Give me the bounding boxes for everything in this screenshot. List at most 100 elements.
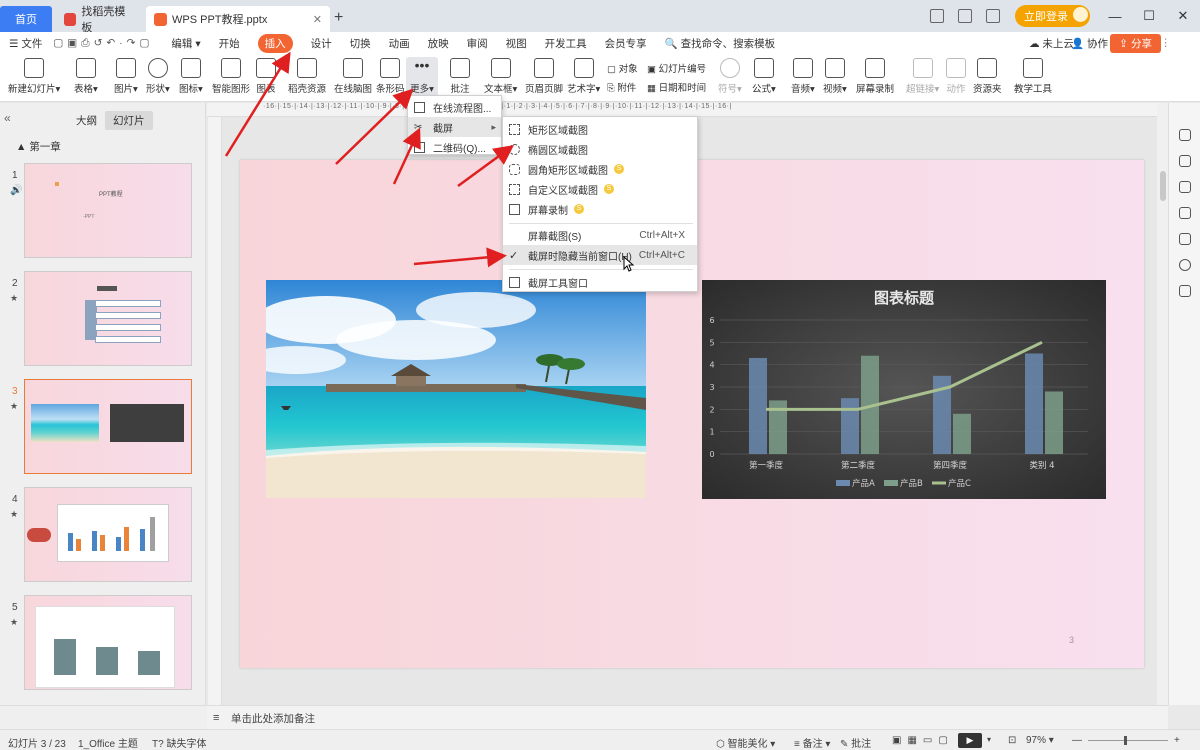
menu-start[interactable]: 开始 — [219, 36, 240, 51]
table-button[interactable]: 表格▾ — [74, 58, 98, 95]
menu-design[interactable]: 设计 — [311, 36, 332, 51]
star-outline-icon[interactable] — [1179, 181, 1191, 193]
slide-thumbnail-2[interactable] — [24, 271, 192, 366]
tab-slides[interactable]: 幻灯片 — [105, 111, 153, 130]
tab-templates[interactable]: 找稻壳模板 — [56, 6, 142, 34]
menu-item-flowchart[interactable]: 在线流程图... — [408, 97, 501, 117]
book-icon[interactable] — [1179, 285, 1191, 297]
zoom-slider[interactable] — [1088, 740, 1168, 741]
apps-icon[interactable] — [986, 9, 1000, 23]
login-button[interactable]: 立即登录 — [1015, 5, 1090, 27]
search-input[interactable]: 🔍 查找命令、搜索模板 — [665, 36, 776, 51]
menu-item-screen-capture[interactable]: 屏幕截图(S) Ctrl+Alt+X — [503, 225, 697, 245]
scrollbar-thumb[interactable] — [1160, 171, 1166, 201]
play-options-icon[interactable]: ▾ — [987, 735, 991, 744]
collab-button[interactable]: 👤 协作 — [1071, 36, 1108, 51]
audio-button[interactable]: 音频▾ — [791, 58, 815, 95]
slide-thumbnail-4[interactable] — [24, 487, 192, 582]
zoom-slider-thumb[interactable] — [1124, 736, 1127, 745]
menu-item-ellipse-capture[interactable]: 椭圆区域截图 — [503, 139, 697, 159]
more-button[interactable]: ••• 更多▾ — [406, 57, 438, 97]
menu-item-rect-capture[interactable]: 矩形区域截图 — [503, 119, 697, 139]
new-tab-icon[interactable]: + — [334, 9, 343, 27]
screen-record-button[interactable]: 屏幕录制 — [856, 58, 894, 95]
formula-button[interactable]: 公式▾ — [752, 58, 776, 95]
menu-item-screen-record[interactable]: 屏幕录制 S — [503, 199, 697, 219]
attachment-button[interactable]: ⎘ 附件 — [607, 80, 636, 94]
minimize-icon[interactable]: — — [1098, 9, 1132, 24]
menu-developer[interactable]: 开发工具 — [545, 36, 587, 51]
slide-thumbnail-5[interactable] — [24, 595, 192, 690]
menu-item-custom-capture[interactable]: 自定义区域截图 S — [503, 179, 697, 199]
collapse-panel-icon[interactable]: « — [4, 111, 11, 125]
bar-chart[interactable]: 图表标题 0 1 2 3 4 5 6 第一季度 第二季度 第四季度 类别 4 产品A 产品B 产品C — [702, 280, 1106, 499]
vertical-scrollbar[interactable] — [1157, 103, 1168, 705]
zoom-out-icon[interactable]: — — [1072, 735, 1082, 746]
missing-font-button[interactable]: T? 缺失字体 — [152, 735, 206, 750]
zoom-level[interactable]: 97% ▾ — [1026, 735, 1054, 746]
teaching-tools-button[interactable]: 教学工具 — [1014, 58, 1052, 95]
fit-icon[interactable]: ⊡ — [1008, 735, 1016, 746]
slide-thumbnail-1[interactable]: PPT教程 -PPT — [24, 163, 192, 258]
close-tab-icon[interactable]: ✕ — [313, 13, 322, 26]
grid-icon[interactable] — [958, 9, 972, 23]
menu-review[interactable]: 审阅 — [467, 36, 488, 51]
maximize-icon[interactable]: ☐ — [1132, 8, 1166, 24]
picture-button[interactable]: 图片▾ — [114, 58, 138, 95]
location-icon[interactable] — [1179, 259, 1191, 271]
action-button[interactable]: 动作 — [946, 58, 966, 95]
menu-animation[interactable]: 动画 — [389, 36, 410, 51]
object-button[interactable]: ▢ 对象 — [607, 61, 638, 75]
wordart-button[interactable]: 艺术字▾ — [567, 58, 600, 95]
menu-item-screenshot[interactable]: ✂ 截屏 ▸ — [408, 117, 501, 137]
play-slideshow-button[interactable]: ▶ — [958, 733, 982, 748]
tab-outline[interactable]: 大纲 — [68, 111, 105, 130]
notes-area[interactable]: ≡ 单击此处添加备注 — [207, 705, 1168, 729]
comment-button[interactable]: 批注 — [450, 58, 470, 95]
close-window-icon[interactable]: ✕ — [1166, 8, 1200, 24]
rocket-icon[interactable] — [1179, 129, 1191, 141]
chart-button[interactable]: 图表 — [256, 58, 276, 95]
menu-member[interactable]: 会员专享 — [605, 36, 647, 51]
cloud-status[interactable]: ☁ 未上云 — [1029, 36, 1074, 51]
image-icon[interactable] — [1179, 233, 1191, 245]
comment-toggle-button[interactable]: ✎ 批注 — [840, 735, 871, 750]
menu-item-hide-window[interactable]: ✓ 截屏时隐藏当前窗口(H) Ctrl+Alt+C — [503, 245, 697, 265]
barcode-button[interactable]: 条形码 — [376, 58, 405, 95]
section-title[interactable]: ▲ 第一章 — [16, 139, 61, 154]
slide-number-button[interactable]: ▣ 幻灯片编号 — [647, 61, 706, 75]
more-icon[interactable]: ⋮ — [1161, 37, 1172, 49]
menu-item-qrcode[interactable]: 二维码(Q)... — [408, 137, 501, 157]
notes-toggle-button[interactable]: ≡ 备注 ▾ — [794, 735, 830, 750]
menu-item-roundrect-capture[interactable]: 圆角矩形区域截图 S — [503, 159, 697, 179]
zoom-in-icon[interactable]: + — [1174, 735, 1180, 746]
menu-slideshow[interactable]: 放映 — [428, 36, 449, 51]
menu-edit[interactable]: 编辑 ▾ — [171, 36, 200, 51]
video-button[interactable]: 视频▾ — [823, 58, 847, 95]
adjust-icon[interactable] — [1179, 155, 1191, 167]
tab-document[interactable]: WPS PPT教程.pptx ✕ — [146, 6, 330, 32]
hyperlink-button[interactable]: 超链接▾ — [906, 58, 939, 95]
docer-resources-button[interactable]: 稻壳资源 — [288, 58, 326, 95]
menu-file[interactable]: ☰ 文件 — [9, 36, 42, 51]
theme-name[interactable]: 1_Office 主题 — [78, 735, 138, 750]
header-footer-button[interactable]: 页眉页脚 — [525, 58, 563, 95]
menu-insert[interactable]: 插入 — [257, 33, 293, 53]
menu-view[interactable]: 视图 — [506, 36, 527, 51]
datetime-button[interactable]: ▦ 日期和时间 — [647, 80, 706, 94]
new-slide-button[interactable]: 新建幻灯片▾ — [8, 58, 60, 95]
resource-folder-button[interactable]: 资源夹 — [973, 58, 1002, 95]
layout-icon[interactable] — [930, 9, 944, 23]
symbol-button[interactable]: 符号▾ — [718, 58, 742, 95]
menu-item-capture-tool[interactable]: 截屏工具窗口 — [503, 272, 697, 292]
menu-transition[interactable]: 切换 — [350, 36, 371, 51]
copy-icon[interactable] — [1179, 207, 1191, 219]
textbox-button[interactable]: 文本框▾ — [484, 58, 517, 95]
slide-thumbnail-3[interactable] — [24, 379, 192, 474]
quick-access-toolbar[interactable]: ▢▣⎙↺↶·↷▢ — [53, 37, 153, 50]
share-button[interactable]: ⇪ 分享 — [1110, 34, 1161, 53]
mindmap-button[interactable]: 在线脑图 — [334, 58, 372, 95]
tab-home[interactable]: 首页 — [0, 6, 52, 32]
beach-image[interactable] — [266, 280, 646, 498]
icon-button[interactable]: 图标▾ — [179, 58, 203, 95]
